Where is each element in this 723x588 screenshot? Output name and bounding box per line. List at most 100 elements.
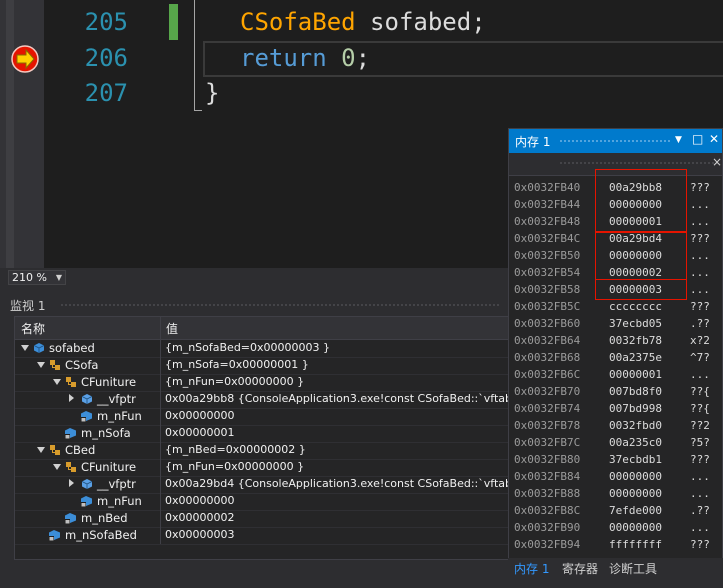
memory-row[interactable]: 0x0032FB5C cccccccc??? xyxy=(509,298,722,315)
memory-value[interactable]: 00a235c0 xyxy=(609,434,662,451)
memory-value[interactable]: 00000000 xyxy=(609,468,662,485)
memory-window-title-bar[interactable]: 内存 1 ▼ □ ✕ xyxy=(509,129,722,153)
memory-window[interactable]: 内存 1 ▼ □ ✕ × 0x0032FB40 00a29bb8??? 0x0032… xyxy=(508,128,723,580)
watch-row[interactable]: __vfptr 0x00a29bb8 {ConsoleApplication3.e… xyxy=(15,391,509,409)
column-separator xyxy=(160,357,161,374)
memory-row[interactable]: 0x0032FB68 00a2375e ^7? xyxy=(509,349,722,366)
watch-row-value[interactable]: 0x00000002 xyxy=(165,511,235,524)
collapse-arrow-icon[interactable] xyxy=(37,447,45,453)
memory-ascii: ??? xyxy=(690,453,710,466)
memory-row[interactable]: 0x0032FB60 37ecbd05.?? xyxy=(509,315,722,332)
memory-value[interactable]: 007bd8f0 xyxy=(609,383,662,400)
watch-row-value[interactable]: {m_nSofa=0x00000001 } xyxy=(165,358,309,371)
watch-grid[interactable]: 名称 值 sofabed {m_nSofaBed=0x00000003 } CSof… xyxy=(14,316,510,560)
collapse-arrow-icon[interactable] xyxy=(53,379,61,385)
code-line-205[interactable]: 205 CSofaBed sofabed; xyxy=(0,4,723,40)
memory-value[interactable]: 00000000 xyxy=(609,485,662,502)
tab-diagnostic-tools[interactable]: 诊断工具 xyxy=(609,560,657,577)
memory-row[interactable]: 0x0032FB7C 00a235c0 ?5? xyxy=(509,434,722,451)
column-separator xyxy=(160,340,161,357)
memory-value[interactable]: 37ecbd05 xyxy=(609,315,662,332)
memory-address: 0x0032FB8C xyxy=(514,504,581,517)
maximize-button[interactable]: □ xyxy=(692,132,703,146)
memory-address: 0x0032FB74 xyxy=(514,402,581,415)
watch-row[interactable]: m_nSofa 0x00000001 xyxy=(15,425,509,443)
watch-row[interactable]: CSofa {m_nSofa=0x00000001 } xyxy=(15,357,509,375)
collapse-arrow-icon[interactable] xyxy=(21,345,29,351)
expand-arrow-icon[interactable] xyxy=(69,479,74,487)
toolbar-close-button[interactable]: × xyxy=(712,155,722,169)
memory-value[interactable]: 00a2375e xyxy=(609,349,662,366)
expand-arrow-icon[interactable] xyxy=(69,394,74,402)
memory-address: 0x0032FB88 xyxy=(514,487,581,500)
watch-row[interactable]: m_nFun 0x00000000 xyxy=(15,493,509,511)
watch-row[interactable]: m_nBed 0x00000002 xyxy=(15,510,509,528)
column-separator[interactable] xyxy=(160,317,161,339)
memory-value[interactable]: 007bd998 xyxy=(609,400,662,417)
memory-row[interactable]: 0x0032FB74 007bd998 ??{ xyxy=(509,400,722,417)
memory-address: 0x0032FB54 xyxy=(514,266,581,279)
collapse-arrow-icon[interactable] xyxy=(37,362,45,368)
code-token: return xyxy=(240,44,327,72)
memory-row[interactable]: 0x0032FB90 00000000... xyxy=(509,519,722,536)
watch-row-value[interactable]: 0x00000000 xyxy=(165,409,235,422)
memory-ascii: ??? xyxy=(690,181,710,194)
memory-address: 0x0032FB78 xyxy=(514,419,581,432)
member-icon xyxy=(81,411,92,422)
watch-row[interactable]: __vfptr 0x00a29bd4 {ConsoleApplication3.e… xyxy=(15,476,509,494)
column-header-name[interactable]: 名称 xyxy=(21,320,45,337)
watch-row[interactable]: sofabed {m_nSofaBed=0x00000003 } xyxy=(15,340,509,358)
memory-value[interactable]: 00000000 xyxy=(609,519,662,536)
collapse-arrow-icon[interactable] xyxy=(53,464,61,470)
watch-row[interactable]: CFuniture {m_nFun=0x00000000 } xyxy=(15,459,509,477)
memory-row[interactable]: 0x0032FB84 00000000... xyxy=(509,468,722,485)
zoom-dropdown[interactable]: 210 % ▼ xyxy=(8,270,66,285)
code-line-206[interactable]: 206 return 0; xyxy=(0,40,723,76)
column-header-value[interactable]: 值 xyxy=(166,320,178,337)
watch-row-value[interactable]: {m_nFun=0x00000000 } xyxy=(165,460,304,473)
watch-row-value[interactable]: 0x00000000 xyxy=(165,494,235,507)
title-grip xyxy=(60,303,500,308)
memory-row[interactable]: 0x0032FB70 007bd8f0 ??{ xyxy=(509,383,722,400)
watch-row-value[interactable]: {m_nBed=0x00000002 } xyxy=(165,443,306,456)
watch-row-value[interactable]: 0x00000001 xyxy=(165,426,235,439)
memory-row[interactable]: 0x0032FB80 37ecbdb1??? xyxy=(509,451,722,468)
memory-row[interactable]: 0x0032FB64 0032fb78 x?2 xyxy=(509,332,722,349)
memory-value[interactable]: 37ecbdb1 xyxy=(609,451,662,468)
watch-row-name: m_nFun xyxy=(97,494,142,508)
base-class-icon xyxy=(66,377,76,387)
memory-ascii: ... xyxy=(690,215,710,228)
close-button[interactable]: ✕ xyxy=(709,132,719,146)
code-line-207[interactable]: 207 } xyxy=(0,75,723,111)
memory-row[interactable]: 0x0032FB94 ffffffff??? xyxy=(509,536,722,553)
memory-value[interactable]: 0032fb78 xyxy=(609,332,662,349)
memory-row[interactable]: 0x0032FB8C 7efde000.?? xyxy=(509,502,722,519)
column-separator xyxy=(160,459,161,476)
memory-address: 0x0032FB40 xyxy=(514,181,581,194)
tab-registers[interactable]: 寄存器 xyxy=(562,560,598,577)
watch-row-value[interactable]: 0x00a29bb8 {ConsoleApplication3.exe!cons… xyxy=(165,392,509,405)
memory-value[interactable]: ffffffff xyxy=(609,536,662,553)
watch-row-name: m_nSofa xyxy=(81,426,131,440)
watch-row-value[interactable]: {m_nSofaBed=0x00000003 } xyxy=(165,341,330,354)
window-menu-button[interactable]: ▼ xyxy=(675,135,682,145)
memory-value[interactable]: 7efde000 xyxy=(609,502,662,519)
memory-ascii: .?? xyxy=(690,317,710,330)
memory-row[interactable]: 0x0032FB88 00000000... xyxy=(509,485,722,502)
watch-window-title-bar[interactable]: 监视 1 xyxy=(0,294,510,314)
watch-row[interactable]: m_nFun 0x00000000 xyxy=(15,408,509,426)
memory-value[interactable]: 00000001 xyxy=(609,366,662,383)
memory-value[interactable]: 0032fbd0 xyxy=(609,417,662,434)
watch-row-value[interactable]: {m_nFun=0x00000000 } xyxy=(165,375,304,388)
code-token: ; xyxy=(355,44,371,72)
watch-row[interactable]: CFuniture {m_nFun=0x00000000 } xyxy=(15,374,509,392)
watch-row[interactable]: m_nSofaBed 0x00000003 xyxy=(15,527,509,545)
memory-value[interactable]: cccccccc xyxy=(609,298,662,315)
memory-row[interactable]: 0x0032FB6C 00000001... xyxy=(509,366,722,383)
watch-row[interactable]: CBed {m_nBed=0x00000002 } xyxy=(15,442,509,460)
watch-row-value[interactable]: 0x00a29bd4 {ConsoleApplication3.exe!cons… xyxy=(165,477,509,490)
memory-address: 0x0032FB50 xyxy=(514,249,581,262)
watch-row-value[interactable]: 0x00000003 xyxy=(165,528,235,541)
tab-memory-1[interactable]: 内存 1 xyxy=(514,560,549,577)
memory-row[interactable]: 0x0032FB78 0032fbd0 ??2 xyxy=(509,417,722,434)
